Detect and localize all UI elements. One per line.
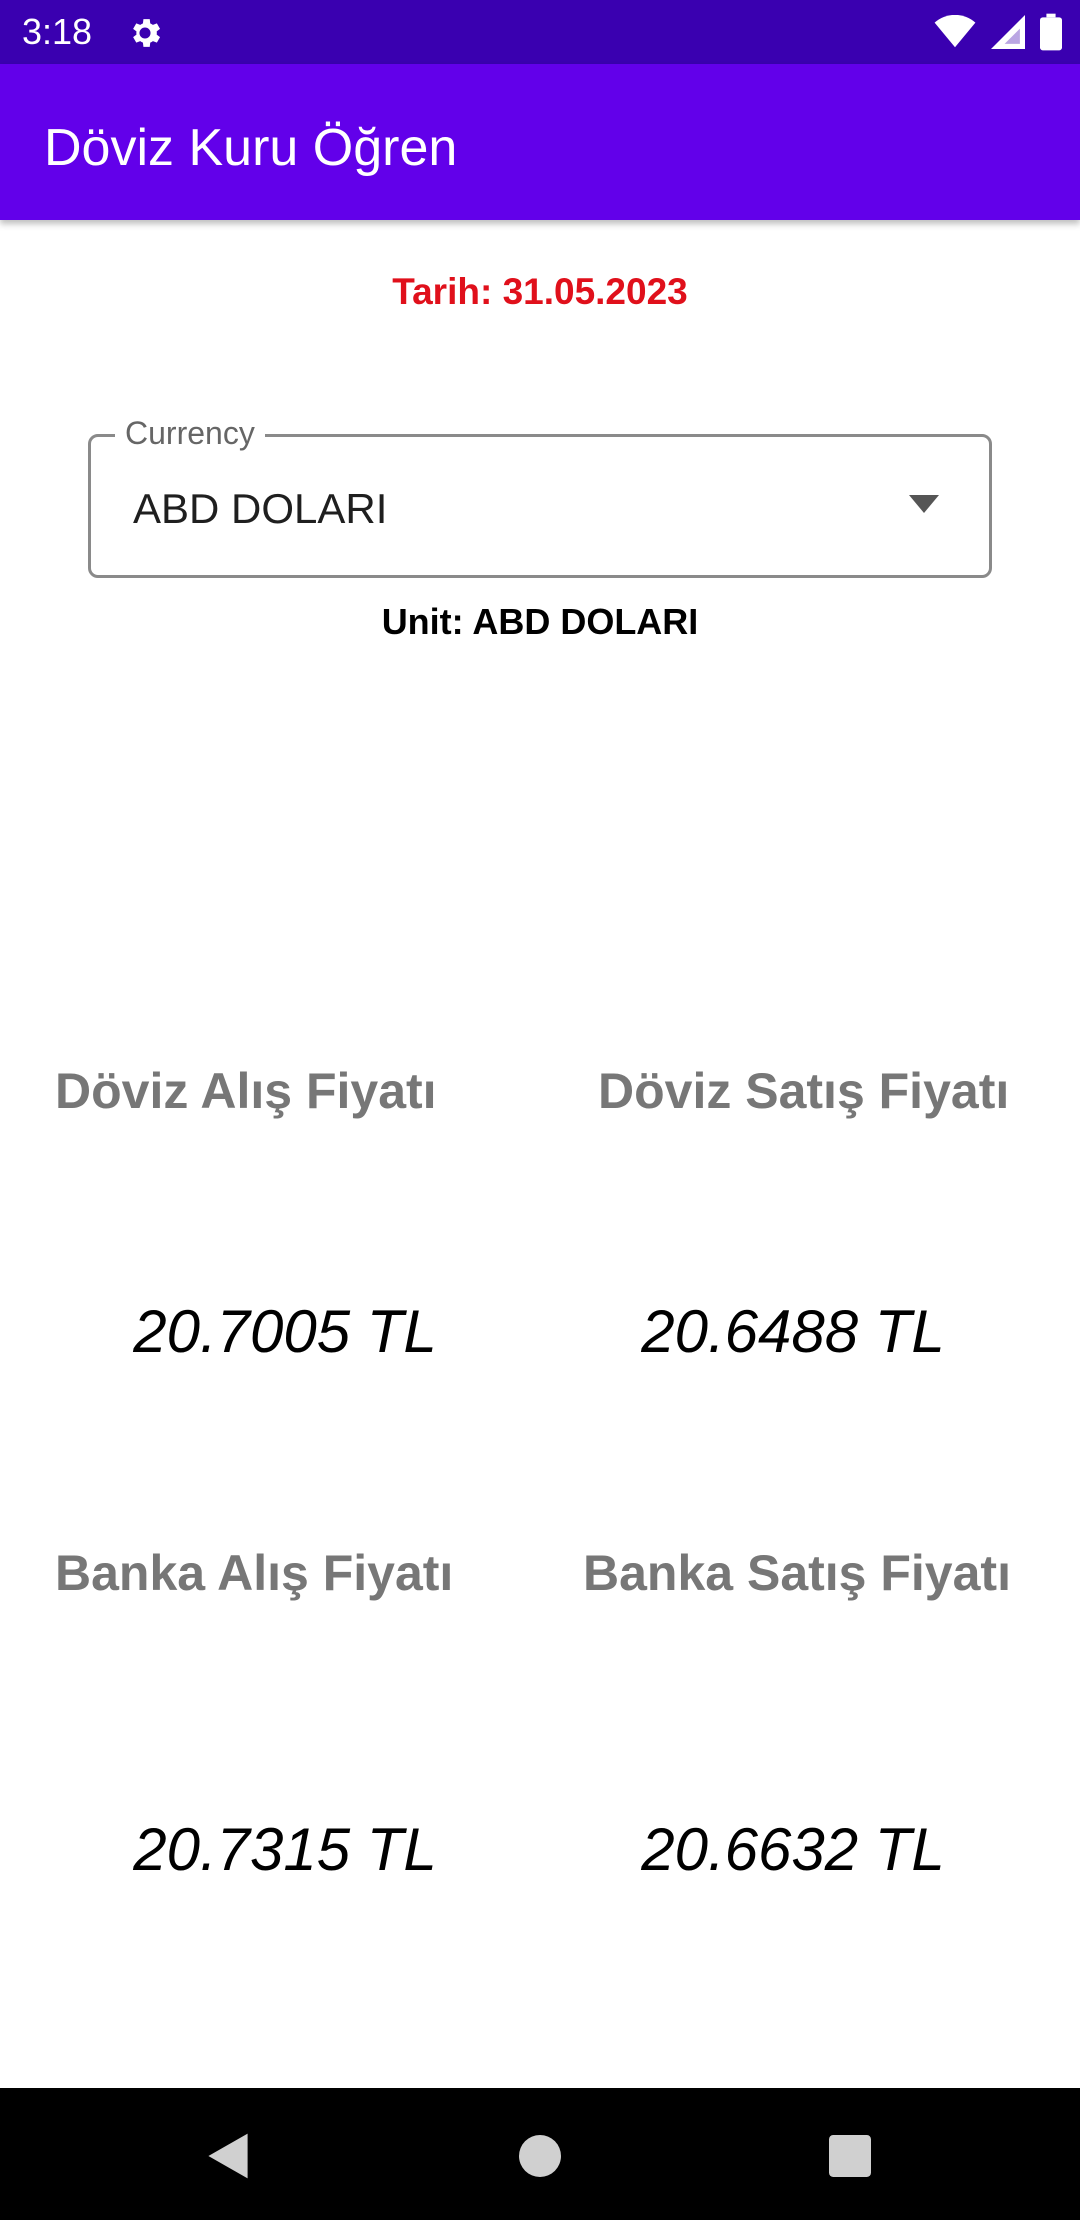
status-icons	[934, 12, 1062, 52]
gear-icon	[133, 19, 161, 47]
doviz-alis-label: Döviz Alış Fiyatı	[55, 1063, 437, 1119]
currency-label: Currency	[115, 411, 265, 455]
wifi-icon	[934, 15, 976, 48]
status-time: 3:18	[22, 11, 93, 52]
banka-satis-label: Banka Satış Fiyatı	[583, 1545, 1011, 1601]
doviz-alis-value: 20.7005 TL	[133, 1298, 437, 1365]
currency-dropdown[interactable]: Currency ABD DOLARI	[88, 411, 992, 578]
banka-satis-value: 20.6632 TL	[641, 1816, 945, 1883]
back-icon[interactable]	[200, 2128, 256, 2184]
home-icon[interactable]	[512, 2128, 568, 2184]
battery-icon	[1040, 13, 1062, 51]
recents-icon[interactable]	[822, 2128, 878, 2184]
banka-alis-label: Banka Alış Fiyatı	[55, 1545, 454, 1601]
doviz-satis-label: Döviz Satış Fiyatı	[598, 1063, 1010, 1119]
doviz-satis-value: 20.6488 TL	[641, 1298, 945, 1365]
unit-text: Unit: ABD DOLARI	[381, 601, 699, 642]
app-bar: Döviz Kuru Öğren	[0, 64, 1080, 220]
banka-alis-value: 20.7315 TL	[133, 1816, 437, 1883]
status-bar: 3:18	[0, 0, 1080, 64]
dropdown-arrow-icon	[909, 495, 939, 513]
navigation-bar	[0, 2088, 1080, 2220]
date-text: Tarih: 31.05.2023	[392, 271, 688, 312]
signal-icon	[991, 15, 1025, 49]
currency-selected-value: ABD DOLARI	[133, 485, 388, 532]
app-title: Döviz Kuru Öğren	[44, 119, 458, 177]
